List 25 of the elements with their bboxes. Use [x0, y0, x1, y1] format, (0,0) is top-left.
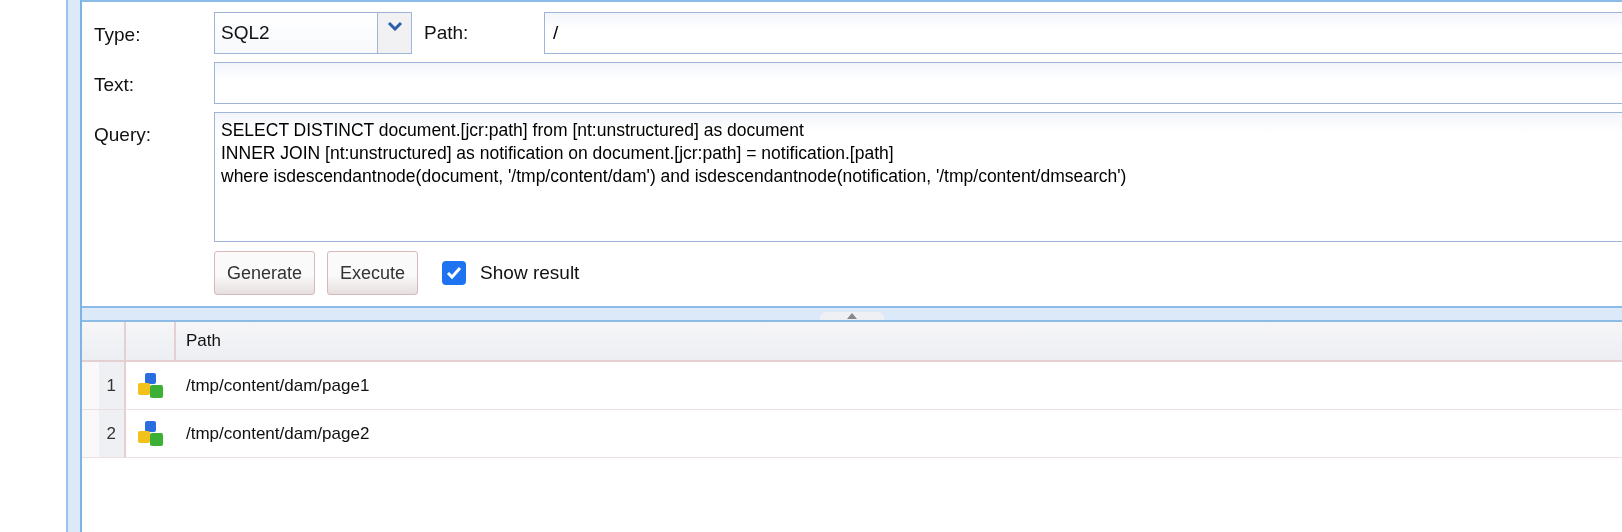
text-field[interactable] — [214, 62, 1622, 104]
path-cell[interactable]: /tmp/content/dam/page2 — [176, 410, 1622, 458]
query-label: Query: — [94, 123, 153, 147]
execute-button[interactable]: Execute — [327, 251, 419, 295]
row-number: 1 — [82, 362, 126, 410]
row-number: 2 — [82, 410, 126, 458]
path-cell[interactable]: /tmp/content/dam/page1 — [176, 362, 1622, 410]
header-cell — [126, 322, 176, 362]
checkmark-icon — [446, 266, 463, 280]
nodes-icon — [136, 418, 166, 449]
header-cell — [82, 322, 126, 362]
column-header[interactable]: Path — [176, 322, 1622, 362]
chevron-down-icon — [386, 21, 403, 31]
query-field[interactable]: SELECT DISTINCT document.[jcr:path] from [nt:unstructured] as document INNER JOIN [nt:unstructured] as notification on document.[jcr:path] = notification.[path] where isdescendantnode(document, '/tmp/content/dam') and isdescendantnode(notification, '/tmp/content/dmsearch') — [214, 112, 1622, 242]
triangle-up-icon — [847, 313, 857, 319]
type-label: Type: — [94, 23, 142, 47]
generate-button[interactable]: Generate — [214, 251, 316, 295]
path-label: Path: — [424, 22, 470, 44]
nodes-icon — [136, 370, 166, 401]
show-result-label: Show result — [480, 262, 580, 284]
type-dropdown[interactable]: SQL2 — [214, 12, 412, 54]
splitter-bar[interactable] — [82, 306, 1622, 322]
path-field[interactable]: / — [544, 12, 1622, 54]
show-result-checkbox[interactable] — [442, 261, 467, 285]
text-label: Text: — [94, 73, 136, 97]
